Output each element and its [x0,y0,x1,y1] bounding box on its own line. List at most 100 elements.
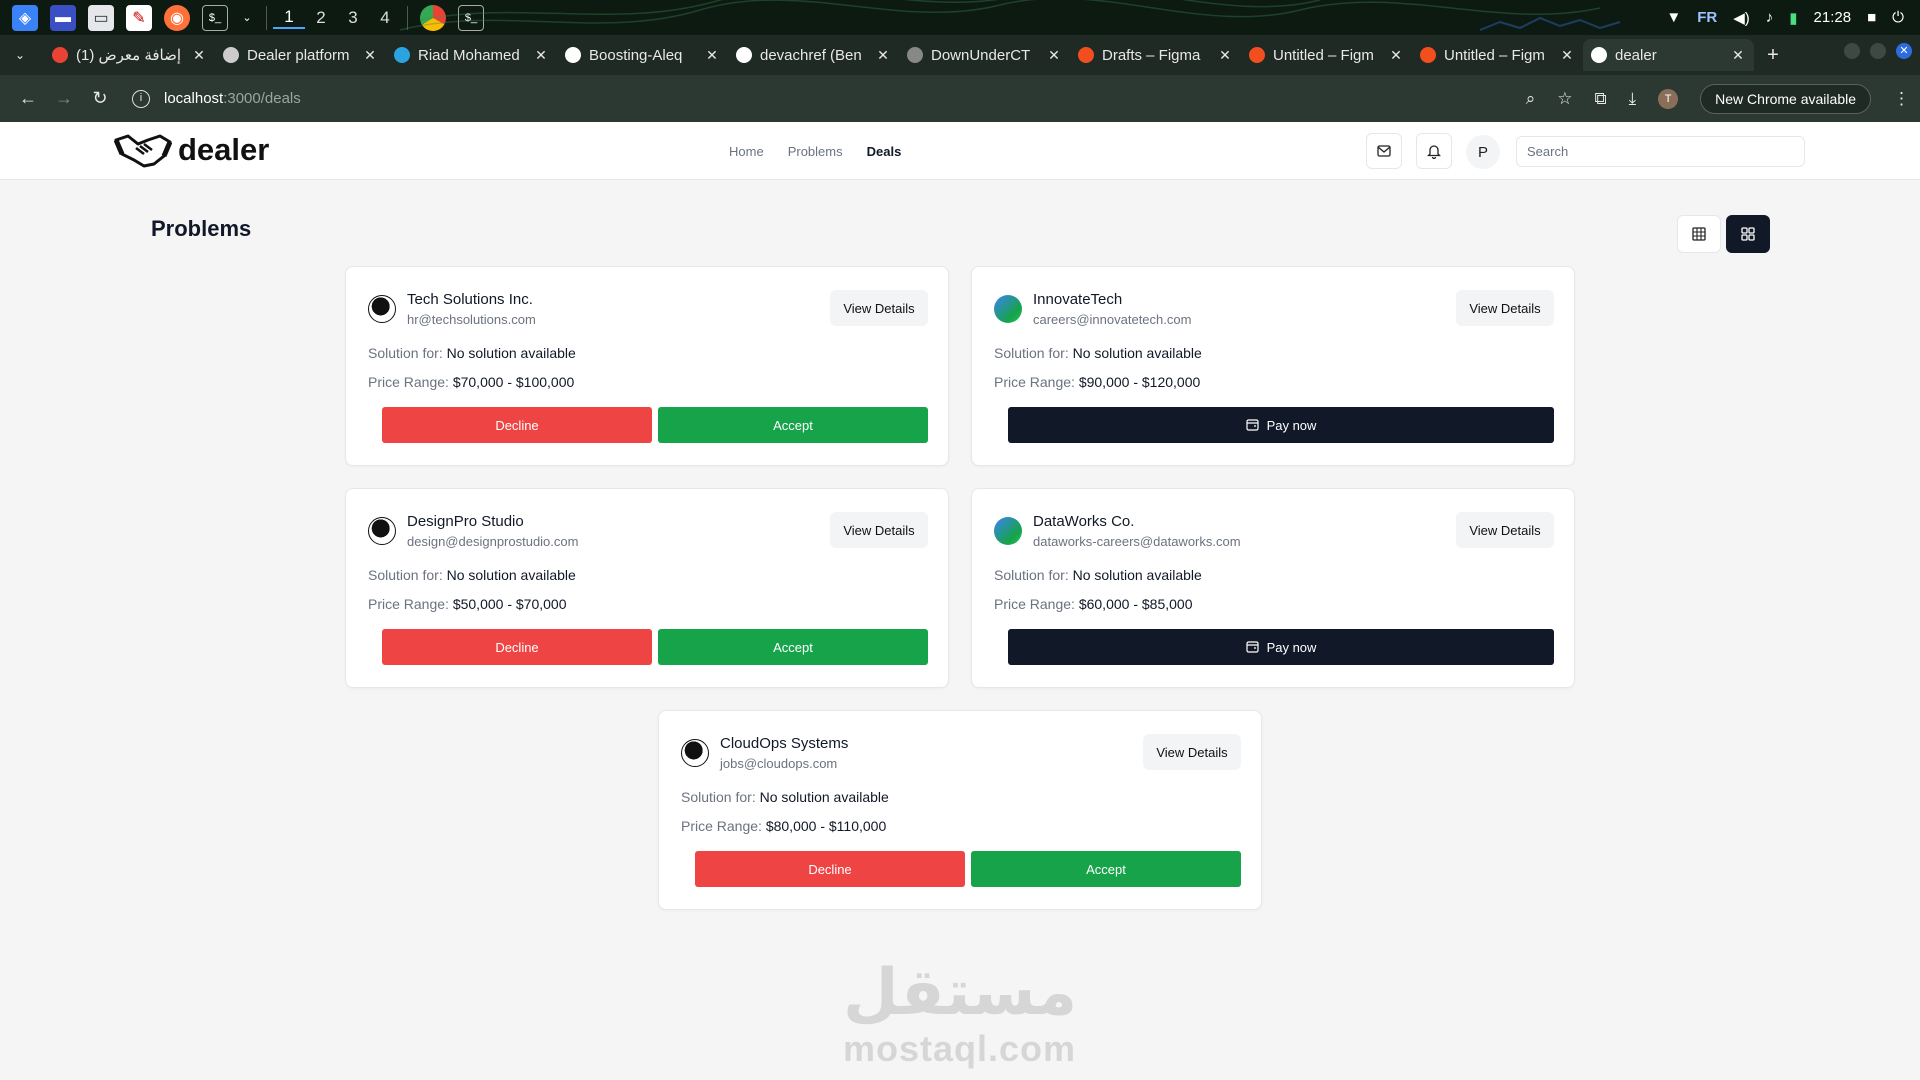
terminal-icon[interactable]: $_ [458,4,484,31]
view-details-button[interactable]: View Details [1456,512,1554,548]
brand-name: dealer [178,132,270,167]
close-icon[interactable]: ✕ [1559,47,1575,64]
user-avatar[interactable]: P [1466,135,1500,169]
pay-now-button[interactable]: Pay now [1008,407,1554,443]
file-manager-icon[interactable]: ▭ [88,4,114,31]
profile-avatar[interactable]: T [1658,88,1679,109]
browser-tab[interactable]: Boosting-Aleq ✕ [557,39,728,71]
accept-button[interactable]: Accept [658,407,928,443]
view-details-button[interactable]: View Details [830,512,928,548]
decline-button[interactable]: Decline [382,629,652,665]
lock-icon[interactable]: ■ [1867,9,1876,26]
chevron-down-icon[interactable]: ⌄ [240,5,254,31]
price-value: $90,000 - $120,000 [1078,374,1201,390]
browser-tab[interactable]: DownUnderCT ✕ [899,39,1070,71]
table-view-button[interactable] [1677,215,1721,253]
view-details-button[interactable]: View Details [1143,734,1241,770]
close-icon[interactable]: ✕ [704,47,720,64]
workspace-2[interactable]: 2 [305,8,337,28]
keyboard-layout[interactable]: FR [1697,9,1717,26]
decline-button[interactable]: Decline [382,407,652,443]
close-icon[interactable]: ✕ [1730,47,1746,64]
volume-icon[interactable]: ◀) [1733,9,1750,27]
nav-deals[interactable]: Deals [867,144,902,159]
nav-home[interactable]: Home [729,144,764,159]
update-chrome-button[interactable]: New Chrome available [1700,83,1871,114]
company-logo [681,739,709,767]
browser-tab[interactable]: Dealer platform ✕ [215,39,386,71]
browser-tab[interactable]: (1) إضافة معرض ✕ [44,39,215,71]
price-line: Price Range: $60,000 - $85,000 [994,596,1192,612]
browser-tab[interactable]: devachref (Ben ✕ [728,39,899,71]
app-launcher-icon[interactable]: ◈ [12,4,38,31]
battery-icon[interactable]: ▮ [1789,9,1797,27]
more-menu-icon[interactable]: ⋮ [1893,89,1910,109]
tab-label: DownUnderCT [931,46,1031,64]
power-icon[interactable]: ⏻ [1892,9,1904,26]
solution-label: Solution for: [994,567,1069,583]
extensions-icon[interactable]: ⧉ [1595,89,1607,109]
solution-line: Solution for: No solution available [994,345,1202,361]
close-icon[interactable]: ✕ [1217,47,1233,64]
mail-icon [1377,145,1391,157]
download-icon[interactable]: ⤓ [1629,89,1637,109]
terminal-icon[interactable]: $_ [202,4,228,31]
notification-bell-icon[interactable]: ♪ [1766,9,1774,26]
firefox-icon[interactable]: ◉ [164,4,190,31]
nav-problems[interactable]: Problems [788,144,843,159]
browser-tab[interactable]: Riad Mohamed ✕ [386,39,557,71]
browser-tab-active[interactable]: dealer ✕ [1583,39,1754,71]
forward-icon[interactable]: → [46,88,82,109]
tab-label: devachref (Ben [760,46,862,64]
accept-button[interactable]: Accept [658,629,928,665]
clock[interactable]: 21:28 [1814,9,1852,26]
price-value: $70,000 - $100,000 [452,374,575,390]
bookmark-star-icon[interactable]: ☆ [1557,89,1572,109]
solution-line: Solution for: No solution available [368,567,576,583]
tab-search-icon[interactable]: ⌄ [8,48,32,62]
browser-tab[interactable]: Untitled – Figm ✕ [1412,39,1583,71]
grid-view-button[interactable] [1726,215,1770,253]
solution-value: No solution available [446,345,576,361]
back-icon[interactable]: ← [10,88,46,109]
search-input[interactable] [1516,136,1805,167]
minimize-icon[interactable] [1844,43,1860,59]
decline-button[interactable]: Decline [695,851,965,887]
close-icon[interactable]: ✕ [362,47,378,64]
site-info-icon[interactable]: i [132,89,150,108]
workspace-3[interactable]: 3 [337,8,369,28]
workspace-4[interactable]: 4 [369,8,401,28]
notifications-button[interactable] [1416,133,1452,169]
pay-now-button[interactable]: Pay now [1008,629,1554,665]
desktop-icon[interactable]: ▬ [50,4,76,31]
chrome-icon[interactable] [420,4,446,31]
window-close-icon[interactable]: ✕ [1896,43,1912,59]
accept-button[interactable]: Accept [971,851,1241,887]
close-icon[interactable]: ✕ [533,47,549,64]
tab-label: Untitled – Figm [1444,46,1545,64]
company-logo [994,295,1022,323]
messages-button[interactable] [1366,133,1402,169]
new-tab-icon[interactable]: + [1758,44,1788,67]
close-icon[interactable]: ✕ [875,47,891,64]
browser-tab[interactable]: Untitled – Figm ✕ [1241,39,1412,71]
maximize-icon[interactable] [1870,43,1886,59]
view-details-button[interactable]: View Details [1456,290,1554,326]
close-icon[interactable]: ✕ [191,47,207,64]
url-path: :3000/deals [223,90,301,107]
wallet-icon [1245,419,1259,431]
wifi-icon[interactable]: ▼ [1666,9,1681,26]
close-icon[interactable]: ✕ [1046,47,1062,64]
browser-tab[interactable]: Drafts – Figma ✕ [1070,39,1241,71]
brand-logo[interactable]: dealer [114,130,269,170]
zoom-icon[interactable]: ⌕ [1526,89,1536,109]
company-name: DataWorks Co. [1033,513,1135,530]
address-bar[interactable]: i localhost:3000/deals [132,89,1526,108]
view-details-button[interactable]: View Details [830,290,928,326]
tab-favicon-icon [565,47,581,63]
document-viewer-icon[interactable]: ✎ [126,4,152,31]
workspace-1[interactable]: 1 [273,7,305,29]
mostaql-watermark: مستقل mostaql.com [843,958,1077,1070]
reload-icon[interactable]: ↻ [82,88,118,109]
close-icon[interactable]: ✕ [1388,47,1404,64]
